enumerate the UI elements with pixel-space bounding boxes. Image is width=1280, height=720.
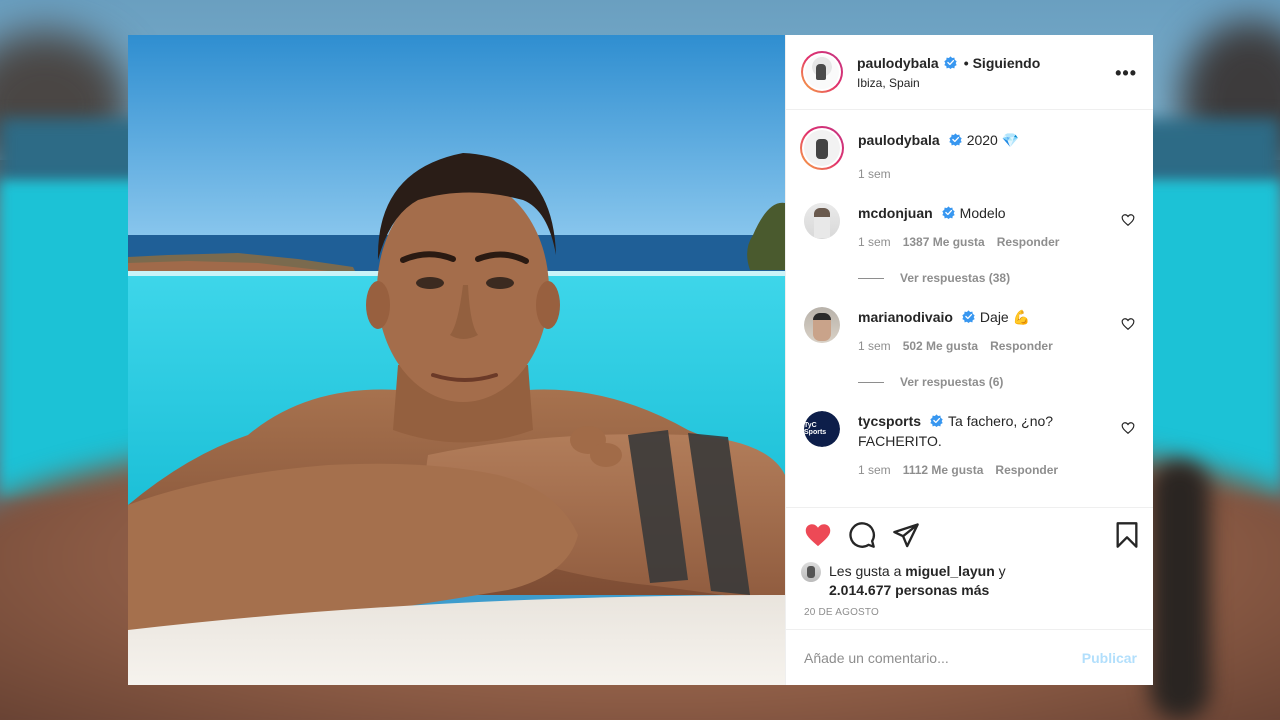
more-horizontal-icon[interactable]: ••• [1115,63,1137,84]
liker-avatar[interactable] [801,562,821,582]
verified-badge-icon [941,206,955,219]
like-comment-heart-icon[interactable] [1121,317,1135,331]
caption-age[interactable]: 1 sem [858,167,891,181]
comment-age[interactable]: 1 sem [858,339,891,353]
likes-summary: Les gusta a miguel_layun y 2.014.677 per… [801,562,1137,600]
like-comment-heart-icon[interactable] [1121,213,1135,227]
comment-item: mcdonjuan Modelo 1 sem 1387 Me gusta Resp… [800,203,1137,249]
commenter-avatar[interactable]: TyC Sports [804,411,840,447]
comment-likes[interactable]: 1387 Me gusta [903,235,985,249]
verified-badge-icon [949,133,962,146]
following-button[interactable]: Siguiendo [973,55,1041,71]
comment-item: TyC Sports tycsports Ta fachero, ¿no? FAC… [800,411,1137,477]
comment-item: marianodivaio Daje 💪 1 sem 502 Me gusta R… [800,307,1137,353]
add-comment-bar: Publicar [786,629,1153,685]
comment-username[interactable]: tycsports [858,413,921,429]
post-location[interactable]: Ibiza, Spain [857,76,1040,90]
others-likes-link[interactable]: 2.014.677 personas más [829,582,989,598]
caption: paulodybala 2020 💎 1 sem [800,126,1137,181]
comment-username[interactable]: mcdonjuan [858,205,933,221]
author-username[interactable]: paulodybala [857,55,939,71]
post-side-panel: paulodybala • Siguiendo Ibiza, Spain ••• [785,35,1153,685]
view-replies-button[interactable]: Ver respuestas (38) [858,271,1137,285]
share-icon[interactable] [892,521,920,549]
header-text: paulodybala • Siguiendo Ibiza, Spain [857,55,1040,90]
bookmark-icon[interactable] [1113,521,1141,549]
comment-text: Modelo [959,205,1006,221]
caption-text: 2020 💎 [966,132,1020,148]
caption-username[interactable]: paulodybala [858,132,940,148]
author-avatar[interactable] [801,51,843,93]
comment-age[interactable]: 1 sem [858,463,891,477]
commenter-avatar[interactable] [804,307,840,343]
caption-avatar[interactable] [800,126,844,170]
reply-button[interactable]: Responder [997,235,1060,249]
instagram-post: paulodybala • Siguiendo Ibiza, Spain ••• [128,35,1153,685]
comment-age[interactable]: 1 sem [858,235,891,249]
comment-likes[interactable]: 1112 Me gusta [903,463,984,477]
comment-likes[interactable]: 502 Me gusta [903,339,978,353]
reply-button[interactable]: Responder [995,463,1058,477]
comment-text: Daje 💪 [979,309,1031,325]
view-replies-button[interactable]: Ver respuestas (6) [858,375,1137,389]
verified-badge-icon [962,310,975,323]
post-date[interactable]: 20 DE AGOSTO [804,607,1137,618]
heart-liked-icon[interactable] [804,521,832,549]
comment-icon[interactable] [848,521,876,549]
publish-button[interactable]: Publicar [1082,650,1137,666]
separator-dot: • [963,54,969,71]
post-photo[interactable] [128,35,785,685]
comments-list[interactable]: paulodybala 2020 💎 1 sem mcdonjuan Modelo … [786,110,1153,507]
post-header: paulodybala • Siguiendo Ibiza, Spain ••• [786,35,1153,110]
comment-username[interactable]: marianodivaio [858,309,953,325]
reply-button[interactable]: Responder [990,339,1053,353]
verified-badge-icon [944,56,957,69]
post-actions: Les gusta a miguel_layun y 2.014.677 per… [786,507,1153,629]
verified-badge-icon [930,414,943,427]
commenter-avatar[interactable] [804,203,840,239]
comment-input[interactable] [804,649,1082,666]
like-comment-heart-icon[interactable] [1121,421,1135,435]
liker-username[interactable]: miguel_layun [905,563,994,579]
